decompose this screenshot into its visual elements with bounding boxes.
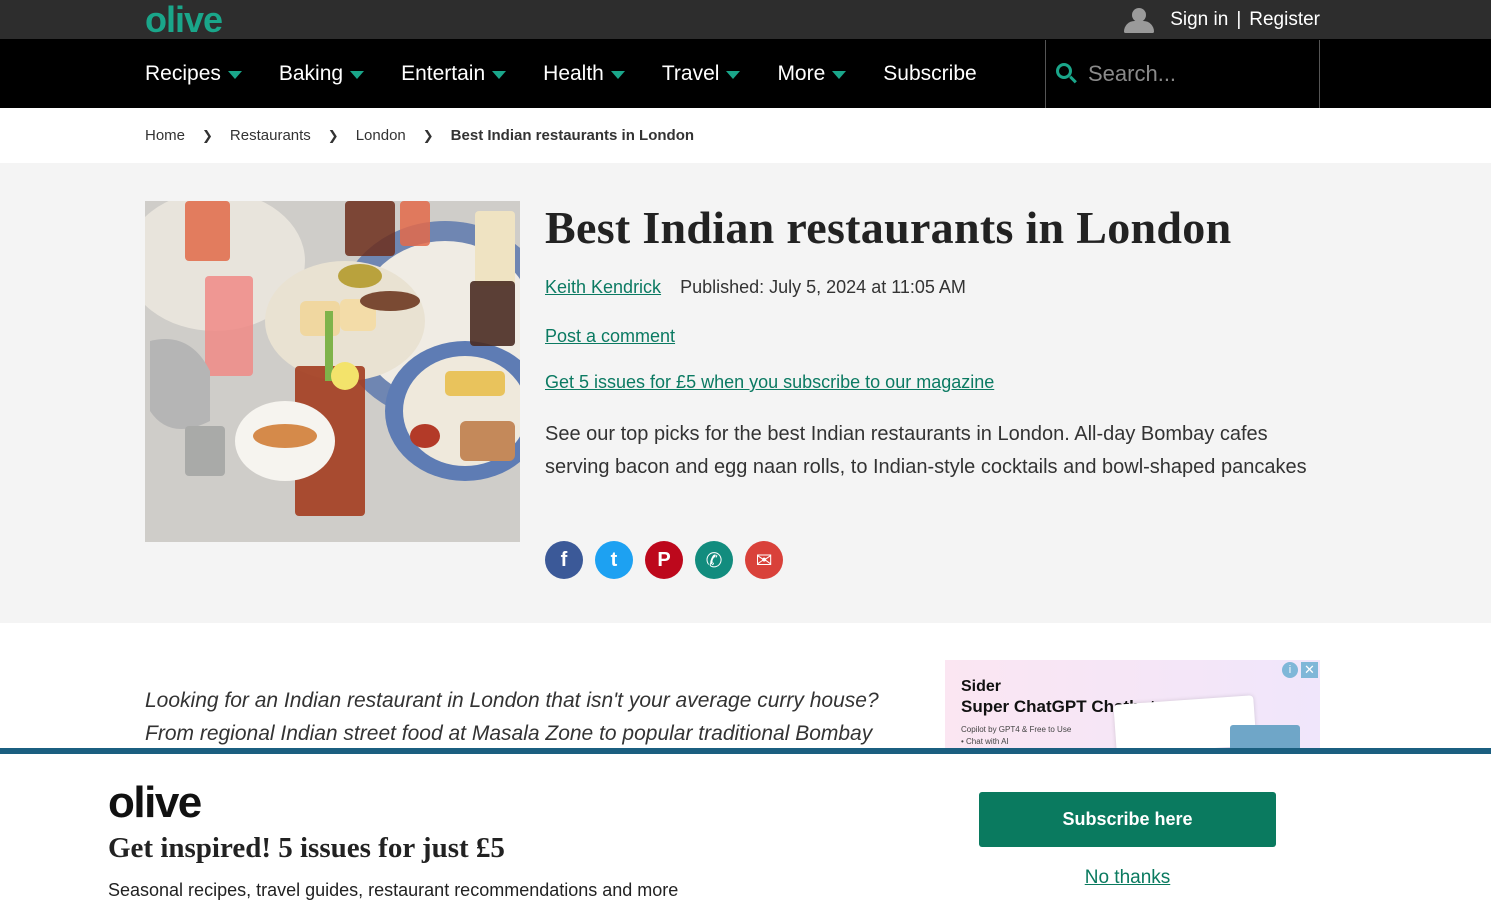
nav-item-recipes[interactable]: Recipes	[145, 62, 242, 86]
nav-label: More	[777, 61, 826, 85]
page-title: Best Indian restaurants in London	[545, 202, 1232, 253]
breadcrumb-restaurants[interactable]: Restaurants	[230, 127, 311, 144]
ad-brand: Sider	[961, 678, 1002, 695]
pinterest-icon[interactable]: P	[645, 541, 683, 579]
ad-subtitle: Copilot by GPT4 & Free to Use • Chat wit…	[961, 724, 1101, 748]
article-standfirst: See our top picks for the best Indian re…	[545, 423, 1307, 478]
breadcrumb-london[interactable]: London	[356, 127, 406, 144]
chevron-down-icon	[726, 71, 741, 79]
subscribe-here-button[interactable]: Subscribe here	[979, 792, 1276, 847]
overlay-logo: olive	[108, 778, 202, 827]
chevron-down-icon	[227, 71, 242, 79]
nav-item-travel[interactable]: Travel	[662, 62, 741, 86]
nav-item-baking[interactable]: Baking	[278, 61, 365, 86]
nav-label: Subscribe	[883, 61, 977, 85]
no-thanks-link[interactable]: No thanks	[979, 867, 1276, 889]
nav-label: Baking	[278, 61, 344, 85]
hero-image	[145, 201, 520, 542]
author-link[interactable]: Keith Kendrick	[545, 277, 661, 298]
chevron-down-icon	[832, 71, 847, 79]
subscribe-overlay: olive Get inspired! 5 issues for just £5…	[0, 748, 1491, 922]
article-hero: Best Indian restaurants in London Keith …	[0, 163, 1491, 623]
sign-in-link[interactable]: Sign in	[1170, 9, 1228, 31]
nav-item-subscribe[interactable]: Subscribe	[883, 62, 976, 86]
breadcrumb-home[interactable]: Home	[145, 127, 185, 144]
top-bar: olive Sign in | Register	[0, 0, 1491, 39]
chevron-down-icon	[610, 71, 625, 79]
food-photo	[145, 201, 520, 542]
breadcrumb: Home ❯ Restaurants ❯ London ❯ Best India…	[145, 108, 694, 163]
chevron-right-icon: ❯	[327, 127, 339, 143]
nav-item-more[interactable]: More	[777, 61, 847, 86]
nav-item-health[interactable]: Health	[543, 62, 625, 86]
main-nav: Recipes Baking Entertain Health Travel M…	[0, 39, 1491, 108]
ad-info-icon[interactable]: i	[1282, 662, 1298, 678]
advertisement[interactable]: Sider Super ChatGPT Chatbot Copilot by G…	[945, 660, 1320, 752]
chevron-right-icon: ❯	[202, 127, 213, 143]
chevron-down-icon	[492, 71, 507, 79]
nav-item-entertain[interactable]: Entertain	[401, 61, 507, 86]
register-link[interactable]: Register	[1249, 9, 1320, 31]
whatsapp-icon[interactable]: ✆	[695, 541, 733, 579]
chevron-right-icon: ❯	[422, 127, 434, 143]
ad-subtitle-line: Copilot by GPT4 & Free to Use	[961, 725, 1072, 734]
breadcrumb-current: Best Indian restaurants in London	[450, 127, 695, 144]
nav-label: Health	[543, 61, 604, 85]
site-logo[interactable]: olive	[145, 0, 223, 39]
post-comment-link[interactable]: Post a comment	[545, 326, 675, 347]
nav-label: Entertain	[401, 61, 486, 85]
subscribe-promo-link[interactable]: Get 5 issues for £5 when you subscribe t…	[545, 372, 994, 393]
search-box	[1045, 40, 1320, 108]
search-input[interactable]	[1088, 61, 1308, 87]
article-meta: Keith Kendrick Published: July 5, 2024 a…	[545, 277, 966, 298]
overlay-title: Get inspired! 5 issues for just £5	[108, 832, 505, 864]
email-icon[interactable]: ✉	[745, 541, 783, 579]
twitter-icon[interactable]: t	[595, 541, 633, 579]
ad-subtitle-line: • Chat with AI	[961, 737, 1009, 746]
published-date: Published: July 5, 2024 at 11:05 AM	[680, 277, 966, 297]
account-area: Sign in | Register	[1122, 0, 1320, 39]
share-buttons: f t P ✆ ✉	[545, 541, 783, 579]
facebook-icon[interactable]: f	[545, 541, 583, 579]
nav-label: Recipes	[145, 61, 221, 85]
user-icon	[1122, 5, 1156, 35]
account-separator: |	[1236, 8, 1242, 30]
overlay-description: Seasonal recipes, travel guides, restaur…	[108, 880, 679, 900]
search-icon[interactable]	[1056, 63, 1078, 85]
chevron-down-icon	[350, 71, 365, 79]
ad-close-icon[interactable]: ✕	[1301, 662, 1318, 678]
nav-label: Travel	[661, 61, 720, 85]
